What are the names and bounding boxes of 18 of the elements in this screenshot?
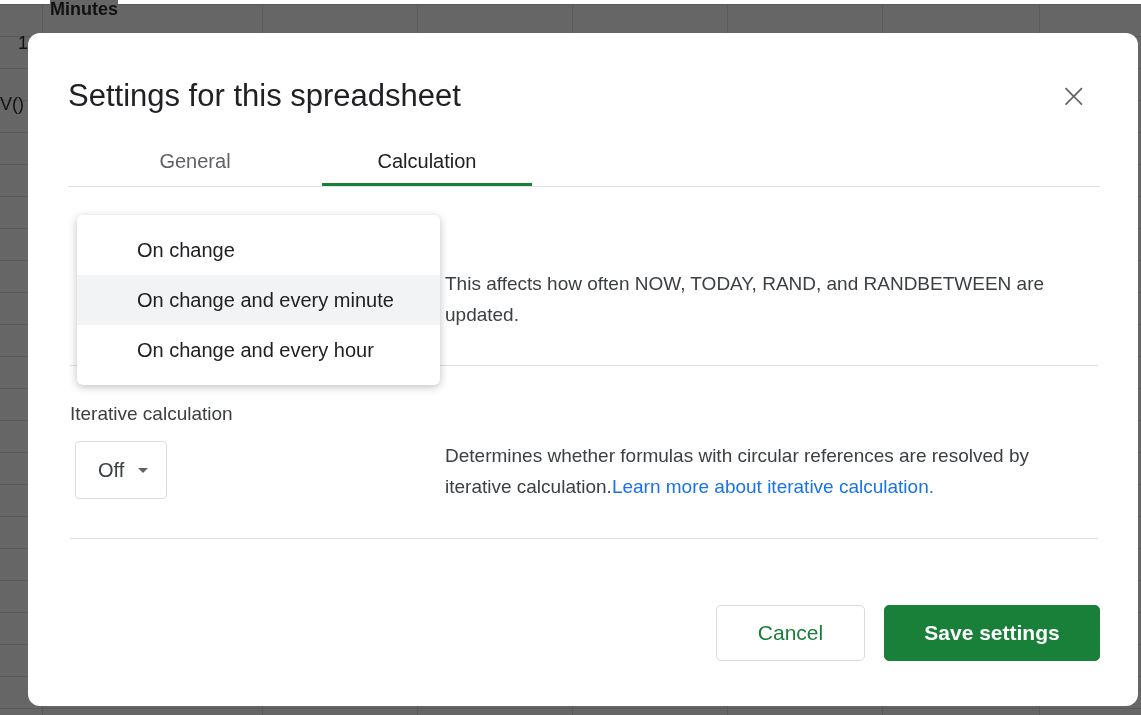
setting-label: Iterative calculation bbox=[70, 403, 233, 425]
header-cell: Minutes bbox=[50, 0, 118, 18]
tab[interactable]: Calculation bbox=[322, 149, 532, 186]
row-number: 1 bbox=[18, 33, 28, 54]
setting-description: This affects how often NOW, TODAY, RAND, and RANDBETWEEN are updated. bbox=[445, 272, 1046, 327]
off-dropdown[interactable]: Off bbox=[75, 441, 167, 499]
save-button[interactable]: Save settings bbox=[884, 605, 1100, 661]
menu-item[interactable]: On change bbox=[77, 225, 440, 275]
dialog-title: Settings for this spreadsheet bbox=[68, 78, 461, 114]
cell-text: V() bbox=[0, 94, 24, 115]
tab[interactable]: General bbox=[90, 149, 300, 186]
caret-icon bbox=[138, 467, 149, 473]
learn-more-link[interactable]: Learn more about iterative calculation. bbox=[611, 476, 934, 497]
cancel-button[interactable]: Cancel bbox=[716, 605, 865, 661]
menu-item[interactable]: On change and every hour bbox=[77, 325, 440, 375]
setting-description: Determines whether formulas with circular references are resolved by iterative calculation.Learn more about iterative calculation. bbox=[445, 444, 1030, 499]
menu-item[interactable]: On change and every minute bbox=[77, 275, 440, 325]
close-button[interactable]: × bbox=[1059, 78, 1088, 112]
